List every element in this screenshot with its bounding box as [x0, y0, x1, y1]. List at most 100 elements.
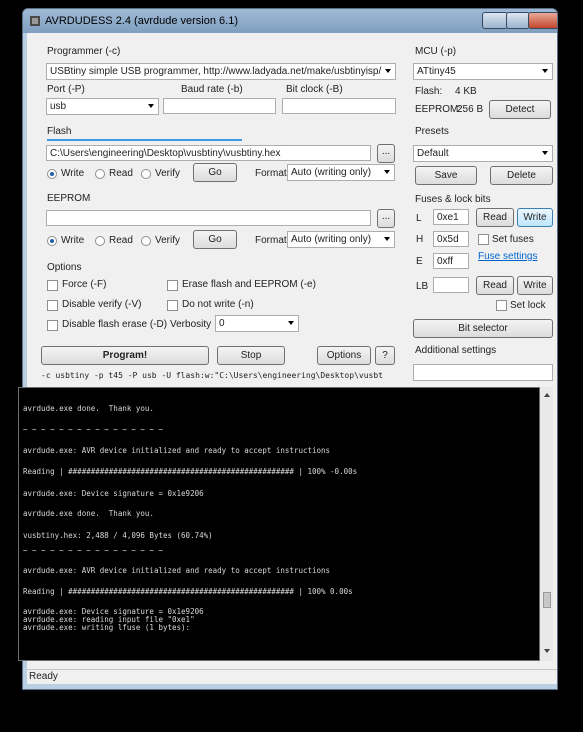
- scroll-thumb[interactable]: [543, 592, 551, 608]
- force-label: Force (-F): [62, 279, 107, 290]
- set-lock-checkbox[interactable]: [496, 300, 507, 311]
- mcu-flash-label: Flash:: [415, 86, 443, 97]
- status-bar: Ready: [27, 669, 557, 684]
- flash-go-button[interactable]: Go: [193, 163, 237, 182]
- eeprom-group-label: EEPROM: [47, 193, 91, 204]
- fuse-h-label: H: [416, 234, 424, 245]
- console-line: avrdude.exe done. Thank you.: [23, 509, 154, 518]
- fuse-read-button[interactable]: Read: [476, 208, 514, 227]
- flash-browse-button[interactable]: ...: [377, 144, 395, 163]
- presets-value: Default: [417, 148, 449, 159]
- verbosity-label: Verbosity: [170, 319, 212, 330]
- chevron-down-icon: [384, 170, 390, 174]
- fuse-h-input[interactable]: 0x5d: [433, 231, 469, 247]
- chevron-down-icon: [542, 151, 548, 155]
- window-title: AVRDUDESS 2.4 (avrdude version 6.1): [45, 15, 238, 27]
- fuse-e-label: E: [416, 256, 423, 267]
- fuse-write-button[interactable]: Write: [517, 208, 553, 227]
- maximize-button[interactable]: [506, 12, 530, 29]
- console-line: avrdude.exe done. Thank you.: [23, 404, 154, 413]
- console-line: ~ ~ ~ ~ ~ ~ ~ ~ ~ ~ ~ ~ ~ ~ ~ ~: [23, 546, 163, 555]
- flash-file-input[interactable]: C:\Users\engineering\Desktop\vusbtiny\vu…: [46, 145, 371, 161]
- eeprom-read-radio[interactable]: [95, 236, 105, 246]
- minimize-button[interactable]: [482, 12, 508, 29]
- eeprom-verify-radio[interactable]: [141, 236, 151, 246]
- console-line: vusbtiny.hex: 2,488 / 4,096 Bytes (60.74…: [23, 531, 213, 540]
- flash-format-select[interactable]: Auto (writing only): [287, 164, 395, 181]
- verbosity-select[interactable]: 0: [215, 315, 299, 332]
- console-line: avrdude.exe: writing lfuse (1 bytes):: [23, 623, 191, 632]
- erase-label: Erase flash and EEPROM (-e): [182, 279, 316, 290]
- set-lock-label: Set lock: [510, 300, 546, 311]
- flash-format-value: Auto (writing only): [291, 167, 372, 178]
- lock-bits-input[interactable]: [433, 277, 469, 293]
- command-line-preview: -c usbtiny -p t45 -P usb -U flash:w:"C:\…: [41, 371, 383, 380]
- fuse-settings-link[interactable]: Fuse settings: [478, 251, 537, 262]
- eeprom-browse-button[interactable]: ...: [377, 209, 395, 228]
- programmer-group-label: Programmer (-c): [47, 46, 121, 57]
- fuse-e-input[interactable]: 0xff: [433, 253, 469, 269]
- lock-write-button[interactable]: Write: [517, 276, 553, 295]
- console-line: avrdude.exe: Device signature = 0x1e9206: [23, 489, 204, 498]
- eeprom-write-label: Write: [61, 235, 85, 246]
- scroll-up-icon[interactable]: [544, 393, 550, 397]
- flash-verify-label: Verify: [155, 168, 181, 179]
- mcu-select[interactable]: ATtiny45: [413, 63, 553, 80]
- flash-verify-radio[interactable]: [141, 169, 151, 179]
- console-output[interactable]: avrdude.exe done. Thank you. ~ ~ ~ ~ ~ ~ …: [18, 387, 540, 661]
- flash-write-radio[interactable]: [47, 169, 57, 179]
- set-fuses-checkbox[interactable]: [478, 234, 489, 245]
- baud-rate-label: Baud rate (-b): [181, 84, 243, 95]
- help-button[interactable]: ?: [375, 346, 395, 365]
- eeprom-file-input[interactable]: [46, 210, 371, 226]
- bit-clock-label: Bit clock (-B): [286, 84, 343, 95]
- additional-settings-label: Additional settings: [415, 345, 497, 356]
- scroll-down-icon[interactable]: [544, 649, 550, 653]
- title-bar[interactable]: AVRDUDESS 2.4 (avrdude version 6.1): [23, 9, 557, 33]
- port-select[interactable]: usb: [46, 98, 159, 115]
- status-text: Ready: [29, 671, 58, 682]
- preset-delete-button[interactable]: Delete: [490, 166, 553, 185]
- bit-selector-button[interactable]: Bit selector: [413, 319, 553, 338]
- disable-verify-checkbox[interactable]: [47, 300, 58, 311]
- console-scrollbar[interactable]: [540, 387, 553, 661]
- flash-group-label: Flash: [47, 126, 72, 137]
- programmer-select[interactable]: USBtiny simple USB programmer, http://ww…: [46, 63, 396, 80]
- eeprom-write-radio[interactable]: [47, 236, 57, 246]
- options-button[interactable]: Options: [317, 346, 371, 365]
- stop-button[interactable]: Stop: [217, 346, 285, 365]
- fuse-l-input[interactable]: 0xe1: [433, 209, 469, 225]
- options-group-label: Options: [47, 262, 82, 273]
- eeprom-format-value: Auto (writing only): [291, 234, 372, 245]
- bit-clock-input[interactable]: [282, 98, 396, 114]
- close-button[interactable]: [528, 12, 557, 29]
- console-line: avrdude.exe: AVR device initialized and …: [23, 566, 331, 575]
- baud-rate-input[interactable]: [163, 98, 276, 114]
- mcu-eeprom-label: EEPROM:: [415, 104, 462, 115]
- chevron-down-icon: [542, 69, 548, 73]
- flash-format-label: Format: [255, 168, 287, 179]
- eeprom-read-label: Read: [109, 235, 133, 246]
- do-not-write-checkbox[interactable]: [167, 300, 178, 311]
- preset-save-button[interactable]: Save: [415, 166, 477, 185]
- detect-button[interactable]: Detect: [489, 100, 551, 119]
- mcu-flash-value: 4 KB: [455, 86, 477, 97]
- flash-read-radio[interactable]: [95, 169, 105, 179]
- presets-select[interactable]: Default: [413, 145, 553, 162]
- flash-progress-bar: [47, 139, 242, 141]
- eeprom-format-select[interactable]: Auto (writing only): [287, 231, 395, 248]
- fuse-l-label: L: [416, 213, 422, 224]
- program-button[interactable]: Program!: [41, 346, 209, 365]
- force-checkbox[interactable]: [47, 280, 58, 291]
- chevron-down-icon: [385, 69, 391, 73]
- disable-flash-erase-checkbox[interactable]: [47, 320, 58, 331]
- eeprom-format-label: Format: [255, 235, 287, 246]
- additional-settings-input[interactable]: [413, 364, 553, 381]
- mcu-eeprom-value: 256 B: [457, 104, 484, 115]
- flash-read-label: Read: [109, 168, 133, 179]
- set-fuses-label: Set fuses: [492, 234, 534, 245]
- lock-read-button[interactable]: Read: [476, 276, 514, 295]
- eeprom-verify-label: Verify: [155, 235, 181, 246]
- eeprom-go-button[interactable]: Go: [193, 230, 237, 249]
- erase-checkbox[interactable]: [167, 280, 178, 291]
